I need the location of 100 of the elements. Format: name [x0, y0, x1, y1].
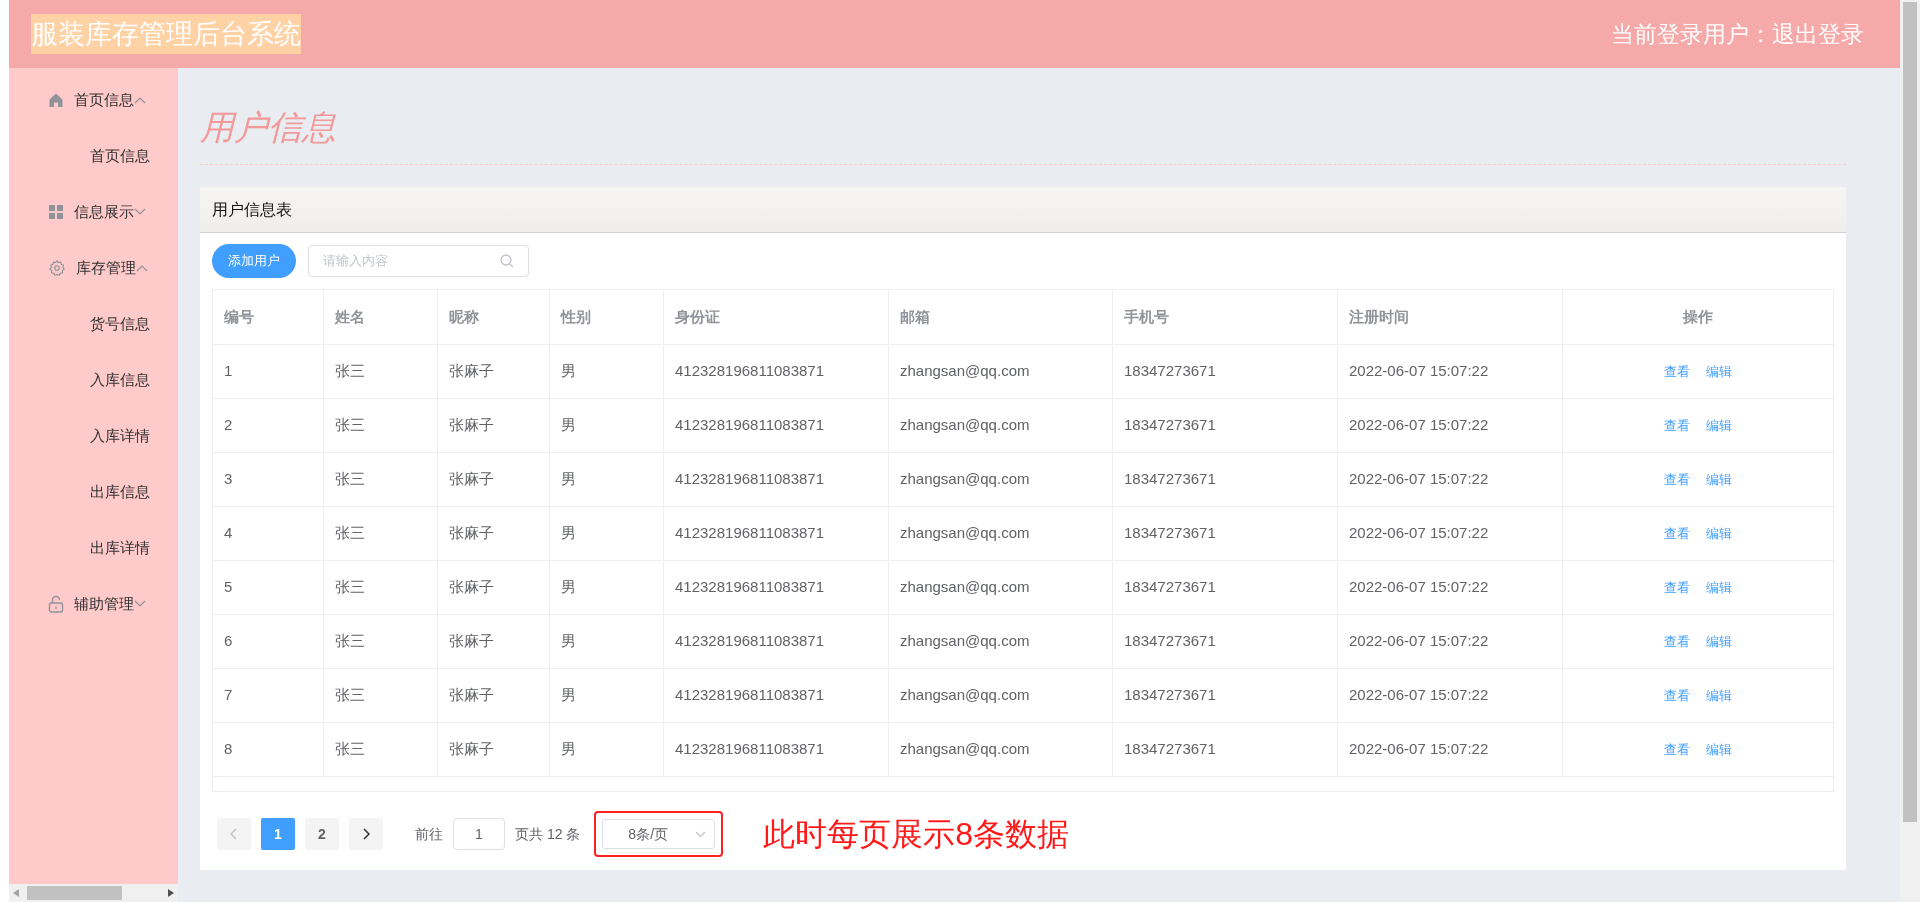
action-link[interactable]: 查看 — [1664, 469, 1690, 490]
annotation-text: 此时每页展示8条数据 — [763, 815, 1070, 854]
table-cell: 男 — [550, 723, 664, 776]
chevron-down-icon — [134, 600, 146, 608]
action-link[interactable]: 编辑 — [1706, 361, 1732, 382]
table-cell: 4 — [213, 507, 324, 560]
table-cell: zhangsan@qq.com — [889, 453, 1113, 506]
sidebar-item[interactable]: 出库详情 — [9, 520, 178, 576]
sidebar-item[interactable]: 入库详情 — [9, 408, 178, 464]
chevron-up-icon — [136, 264, 148, 272]
table-cell: 8 — [213, 723, 324, 776]
column-header: 操作 — [1682, 306, 1714, 327]
previous-page-button[interactable] — [217, 818, 251, 850]
sidebar-item[interactable]: 出库信息 — [9, 464, 178, 520]
action-link[interactable]: 编辑 — [1706, 685, 1732, 706]
sidebar-menu[interactable]: 辅助管理 — [9, 576, 178, 632]
action-link[interactable]: 查看 — [1664, 523, 1690, 544]
table-cell: 412328196811083871 — [664, 453, 889, 506]
table-cell: 18347273671 — [1113, 507, 1338, 560]
table-cell: 张麻子 — [438, 615, 550, 668]
column-header: 性别 — [550, 290, 664, 344]
action-link[interactable]: 编辑 — [1706, 631, 1732, 652]
column-header: 昵称 — [438, 290, 550, 344]
table-cell: 张麻子 — [438, 507, 550, 560]
sidebar-menu[interactable]: 首页信息 — [9, 72, 178, 128]
table-cell: 张麻子 — [438, 723, 550, 776]
sidebar-menu[interactable]: 信息展示 — [9, 184, 178, 240]
table-cell: 张三 — [324, 615, 438, 668]
table-cell: 7 — [213, 669, 324, 722]
current-user-label: 当前登录用户： — [1611, 19, 1772, 49]
table-cell: 张三 — [324, 669, 438, 722]
table-cell: 张麻子 — [438, 399, 550, 452]
logout-link[interactable]: 退出登录 — [1772, 16, 1864, 52]
action-link[interactable]: 查看 — [1664, 631, 1690, 652]
column-header: 姓名 — [324, 290, 438, 344]
action-link[interactable]: 编辑 — [1706, 739, 1732, 760]
sidebar-item[interactable]: 首页信息 — [9, 128, 178, 184]
sidebar-item[interactable]: 入库信息 — [9, 352, 178, 408]
search-field[interactable]: 请输入内容 — [308, 245, 529, 277]
table-cell: 1 — [213, 345, 324, 398]
action-link[interactable]: 查看 — [1664, 415, 1690, 436]
search-icon — [500, 254, 514, 268]
sidebar-menu[interactable]: 库存管理 — [9, 240, 178, 296]
table-cell: zhangsan@qq.com — [889, 507, 1113, 560]
column-header: 编号 — [213, 290, 324, 344]
table-cell: zhangsan@qq.com — [889, 561, 1113, 614]
table-cell: 张三 — [324, 507, 438, 560]
table-cell: 18347273671 — [1113, 453, 1338, 506]
table-cell: 张三 — [324, 399, 438, 452]
table-cell: 2 — [213, 399, 324, 452]
page-size-select[interactable]: 8条/页 — [602, 819, 716, 849]
chevron-up-icon — [134, 96, 146, 104]
table-cell: 男 — [550, 561, 664, 614]
table-cell: 2022-06-07 15:07:22 — [1338, 345, 1563, 398]
table-cell: 412328196811083871 — [664, 669, 889, 722]
table-cell: 412328196811083871 — [664, 561, 889, 614]
chevron-left-icon — [230, 828, 238, 840]
table-cell: 张三 — [324, 345, 438, 398]
table-cell: 张麻子 — [438, 561, 550, 614]
action-link[interactable]: 编辑 — [1706, 577, 1732, 598]
goto-label: 前往 — [415, 824, 443, 844]
scroll-right-icon[interactable] — [168, 889, 174, 897]
total-label: 页共 12 条 — [515, 824, 581, 844]
table-cell: 男 — [550, 345, 664, 398]
table-cell: 张三 — [324, 723, 438, 776]
page-number-button[interactable]: 2 — [305, 818, 339, 850]
action-link[interactable]: 编辑 — [1706, 523, 1732, 544]
table-cell: 男 — [550, 399, 664, 452]
table-cell: 412328196811083871 — [664, 507, 889, 560]
scroll-left-icon[interactable] — [13, 889, 19, 897]
search-input[interactable]: 请输入内容 — [323, 251, 500, 271]
table-cell: 412328196811083871 — [664, 399, 889, 452]
sidebar-item[interactable]: 货号信息 — [9, 296, 178, 352]
action-link[interactable]: 查看 — [1664, 685, 1690, 706]
chevron-down-icon — [134, 208, 146, 216]
home-icon — [48, 92, 64, 108]
page-number-button[interactable]: 1 — [261, 818, 295, 850]
action-link[interactable]: 编辑 — [1706, 469, 1732, 490]
page-input[interactable]: 1 — [453, 818, 505, 850]
table-cell: zhangsan@qq.com — [889, 345, 1113, 398]
table-cell: 5 — [213, 561, 324, 614]
action-link[interactable]: 编辑 — [1706, 415, 1732, 436]
table-cell: 2022-06-07 15:07:22 — [1338, 723, 1563, 776]
add-user-button[interactable]: 添加用户 — [212, 244, 296, 278]
page-title: 用户信息 — [200, 107, 337, 148]
table-cell: 18347273671 — [1113, 615, 1338, 668]
table-cell: 2022-06-07 15:07:22 — [1338, 669, 1563, 722]
action-link[interactable]: 查看 — [1664, 577, 1690, 598]
table-cell: 张麻子 — [438, 669, 550, 722]
table-cell: 2022-06-07 15:07:22 — [1338, 561, 1563, 614]
action-link[interactable]: 查看 — [1664, 361, 1690, 382]
table-cell: 6 — [213, 615, 324, 668]
column-header: 注册时间 — [1338, 290, 1563, 344]
table-cell: 男 — [550, 669, 664, 722]
next-page-button[interactable] — [349, 818, 383, 850]
table-cell: zhangsan@qq.com — [889, 399, 1113, 452]
table-cell: 3 — [213, 453, 324, 506]
table-cell: 18347273671 — [1113, 669, 1338, 722]
action-link[interactable]: 查看 — [1664, 739, 1690, 760]
column-header: 邮箱 — [889, 290, 1113, 344]
